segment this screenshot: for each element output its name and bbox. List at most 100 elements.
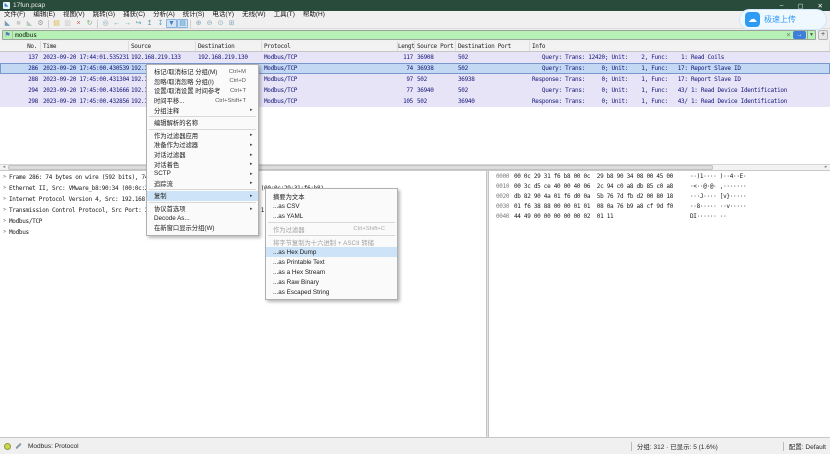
context-menu-item[interactable]: 对话过滤器▸ bbox=[147, 150, 258, 160]
context-menu-item[interactable]: 协议首选项▸ bbox=[147, 204, 258, 214]
context-menu-item[interactable]: 追踪流▸ bbox=[147, 179, 258, 189]
clear-filter-icon[interactable]: ✕ bbox=[784, 31, 793, 39]
column-header[interactable]: Source Port bbox=[415, 41, 456, 51]
copy-submenu: 摘要为文本...as CSV...as YAML作为过滤器Ctrl+Shift+… bbox=[265, 188, 398, 300]
menubar-item[interactable]: 跳转(G) bbox=[89, 11, 119, 19]
context-menu-item[interactable]: 准备作为过滤器▸ bbox=[147, 140, 258, 150]
column-header[interactable]: Source bbox=[129, 41, 196, 51]
column-header[interactable]: Info bbox=[530, 41, 830, 51]
go-first-packet-icon[interactable]: ↥ bbox=[144, 19, 155, 28]
context-menu-item[interactable]: 复制▸ bbox=[147, 191, 258, 201]
menubar-item[interactable]: 电话(Y) bbox=[208, 11, 238, 19]
menubar-item[interactable]: 统计(S) bbox=[179, 11, 209, 19]
column-header[interactable]: No. bbox=[0, 41, 41, 51]
hex-dump-row[interactable]: 0020db 82 90 4a 01 f6 d0 0a 5b 76 7d fb … bbox=[496, 192, 830, 202]
column-header[interactable]: Destination bbox=[196, 41, 262, 51]
resize-columns-icon[interactable]: ⊞ bbox=[226, 19, 237, 28]
scrollbar-thumb[interactable] bbox=[8, 165, 713, 170]
open-file-icon[interactable]: ▤ bbox=[51, 19, 62, 28]
expander-icon[interactable]: > bbox=[0, 216, 9, 227]
menubar-item[interactable]: 分析(A) bbox=[149, 11, 179, 19]
context-menu-item[interactable]: SCTP▸ bbox=[147, 169, 258, 179]
packet-cell-protocol: Modbus/TCP bbox=[262, 96, 398, 107]
packet-cell-time: 2023-09-20 17:45:00.430539 bbox=[41, 63, 129, 74]
context-menu-item[interactable]: 设置/取消设置 时间参考Ctrl+T bbox=[147, 86, 258, 96]
context-menu-item[interactable]: 分组注释▸ bbox=[147, 105, 258, 115]
packet-list-header[interactable]: No.TimeSourceDestinationProtocolLengthSo… bbox=[0, 41, 830, 52]
menubar-item[interactable]: 无线(W) bbox=[238, 11, 269, 19]
expander-icon[interactable]: > bbox=[0, 205, 9, 216]
packet-row[interactable]: 2982023-09-20 17:45:00.432856192.168.219… bbox=[0, 96, 830, 107]
go-last-packet-icon[interactable]: ↧ bbox=[155, 19, 166, 28]
upload-overlay-button[interactable]: ☁ 极速上传 bbox=[739, 9, 827, 30]
display-filter-input[interactable] bbox=[13, 31, 784, 40]
horizontal-scrollbar[interactable]: ◂ ▸ bbox=[0, 164, 830, 171]
zoom-out-icon[interactable]: ⊖ bbox=[204, 19, 215, 28]
stop-capture-icon[interactable]: ■ bbox=[13, 19, 24, 28]
find-packet-icon[interactable]: ◎ bbox=[100, 19, 111, 28]
expander-icon[interactable]: > bbox=[0, 172, 9, 183]
copy-submenu-item[interactable]: ...as Raw Binary bbox=[266, 277, 397, 287]
add-filter-button[interactable]: + bbox=[818, 30, 828, 40]
packet-row[interactable]: 1372023-09-20 17:44:01.535231192.168.219… bbox=[0, 52, 830, 63]
zoom-in-icon[interactable]: ⊕ bbox=[193, 19, 204, 28]
restart-capture-icon[interactable]: ◣ bbox=[24, 19, 35, 28]
auto-scroll-icon[interactable]: ▼ bbox=[166, 19, 177, 28]
packet-row[interactable]: 2942023-09-20 17:45:00.431666192.168.219… bbox=[0, 85, 830, 96]
packet-cell-dst_port: 36940 bbox=[456, 96, 530, 107]
hex-dump-row[interactable]: 003001 f6 38 88 00 00 01 01 08 0a 76 b9 … bbox=[496, 202, 830, 212]
column-header[interactable]: Destination Port bbox=[456, 41, 530, 51]
expander-icon[interactable]: > bbox=[0, 227, 9, 238]
filter-dropdown-icon[interactable]: ▼ bbox=[807, 31, 815, 39]
go-forward-icon[interactable]: → bbox=[122, 19, 133, 28]
menubar-item[interactable]: 编辑(E) bbox=[29, 11, 59, 19]
packet-row[interactable]: 2862023-09-20 17:45:00.430539192.168.219… bbox=[0, 63, 830, 74]
scroll-right-icon[interactable]: ▸ bbox=[822, 165, 830, 170]
zoom-100-icon[interactable]: ⊙ bbox=[215, 19, 226, 28]
reload-file-icon[interactable]: ↻ bbox=[84, 19, 95, 28]
context-menu-item[interactable]: 在新窗口显示分组(W) bbox=[147, 223, 258, 233]
hex-dump-row[interactable]: 004044 49 00 00 00 00 00 02 01 11DI·····… bbox=[496, 212, 830, 222]
copy-submenu-item[interactable]: ...as Escaped String bbox=[266, 287, 397, 297]
context-menu-item[interactable]: 作为过滤器应用▸ bbox=[147, 131, 258, 141]
copy-submenu-item[interactable]: ...as Hex Dump bbox=[266, 247, 397, 257]
column-header[interactable]: Protocol bbox=[262, 41, 398, 51]
profile-text[interactable]: 配置: Default bbox=[789, 441, 826, 451]
close-file-icon[interactable]: × bbox=[73, 19, 84, 28]
context-menu-item[interactable]: Decode As... bbox=[147, 213, 258, 223]
menubar-item[interactable]: 捕获(C) bbox=[119, 11, 149, 19]
hex-dump-row[interactable]: 000000 0c 29 31 f6 b8 00 0c 29 b8 90 34 … bbox=[496, 172, 830, 182]
display-filter-field[interactable]: ⚑ ✕ → ▼ bbox=[2, 30, 816, 40]
apply-filter-button[interactable]: → bbox=[793, 31, 806, 39]
copy-submenu-item[interactable]: ...as a Hex Stream bbox=[266, 267, 397, 277]
context-menu-item[interactable]: 编辑解析的名称 bbox=[147, 118, 258, 128]
go-to-packet-icon[interactable]: ↪ bbox=[133, 19, 144, 28]
menubar-item[interactable]: 文件(F) bbox=[0, 11, 29, 19]
copy-submenu-item[interactable]: 摘要为文本 bbox=[266, 191, 397, 201]
menubar-item[interactable]: 视图(V) bbox=[59, 11, 89, 19]
column-header[interactable]: Length bbox=[398, 41, 415, 51]
expander-icon[interactable]: > bbox=[0, 194, 9, 205]
context-menu-item[interactable]: 忽略/取消忽略 分组(I)Ctrl+D bbox=[147, 77, 258, 87]
scroll-left-icon[interactable]: ◂ bbox=[0, 165, 8, 170]
expander-icon[interactable]: > bbox=[0, 183, 9, 194]
copy-submenu-item[interactable]: ...as CSV bbox=[266, 201, 397, 211]
context-menu-item[interactable]: 对话着色▸ bbox=[147, 159, 258, 169]
capture-comment-icon[interactable] bbox=[15, 443, 21, 449]
context-menu-item[interactable]: 标记/取消标记 分组(M)Ctrl+M bbox=[147, 67, 258, 77]
packet-row[interactable]: 2882023-09-20 17:45:00.431304192.168.219… bbox=[0, 74, 830, 85]
menubar-item[interactable]: 帮助(H) bbox=[299, 11, 329, 19]
colorize-icon[interactable]: ▤ bbox=[177, 19, 188, 28]
copy-submenu-item[interactable]: ...as Printable Text bbox=[266, 257, 397, 267]
copy-submenu-item[interactable]: ...as YAML bbox=[266, 211, 397, 221]
capture-options-icon[interactable]: ⚙ bbox=[35, 19, 46, 28]
expert-info-icon[interactable] bbox=[4, 443, 11, 450]
menubar-item[interactable]: 工具(T) bbox=[270, 11, 299, 19]
go-back-icon[interactable]: ← bbox=[111, 19, 122, 28]
save-file-icon[interactable]: ▥ bbox=[62, 19, 73, 28]
hex-dump-row[interactable]: 001000 3c d5 ce 40 00 40 06 2c 94 c0 a8 … bbox=[496, 182, 830, 192]
column-header[interactable]: Time bbox=[41, 41, 129, 51]
filter-bookmark-icon[interactable]: ⚑ bbox=[3, 31, 13, 40]
context-menu-item[interactable]: 时间平移...Ctrl+Shift+T bbox=[147, 96, 258, 106]
start-capture-icon[interactable]: ◣ bbox=[2, 19, 13, 28]
